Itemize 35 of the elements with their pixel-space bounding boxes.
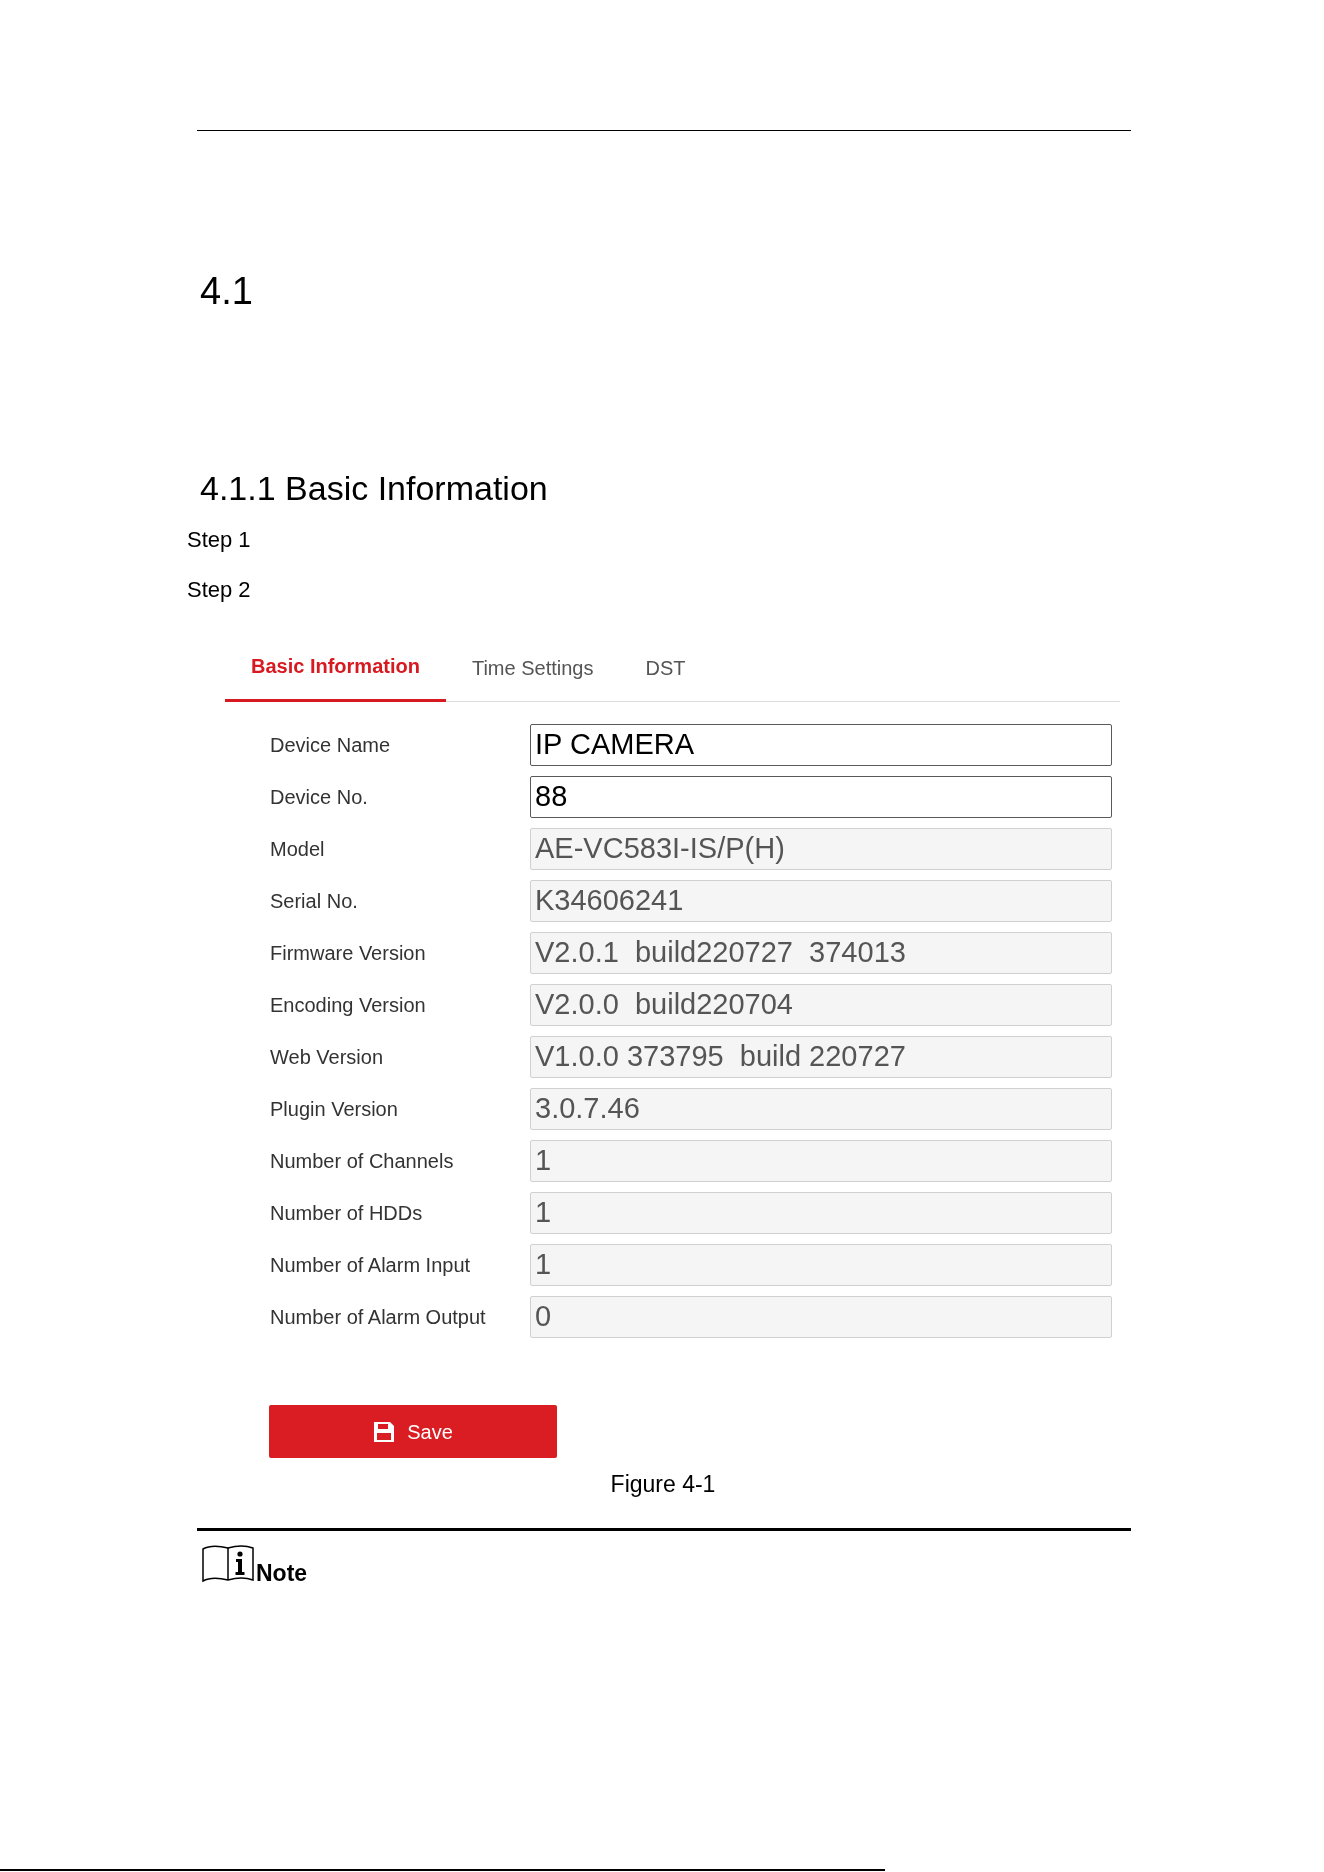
section-heading: 4.1 [200, 269, 253, 313]
text-field: 1 [530, 1244, 1112, 1286]
field-label: Web Version [270, 1045, 384, 1069]
text-field[interactable]: IP CAMERA [530, 724, 1112, 766]
text-field: 1 [530, 1140, 1112, 1182]
field-label: Encoding Version [270, 993, 426, 1017]
field-label: Number of Channels [270, 1149, 454, 1173]
subsection-heading: 4.1.1 Basic Information [200, 468, 548, 508]
field-label: Plugin Version [270, 1097, 398, 1121]
text-field: V2.0.1 build220727 374013 [530, 932, 1112, 974]
field-label: Number of Alarm Output [270, 1305, 486, 1329]
text-field: 3.0.7.46 [530, 1088, 1112, 1130]
step-label: Step 1 [187, 526, 251, 554]
text-field: V2.0.0 build220704 [530, 984, 1112, 1026]
tab[interactable]: Time Settings [445, 644, 620, 702]
field-label: Number of Alarm Input [270, 1253, 471, 1277]
field-label: Model [270, 837, 325, 861]
text-field: AE-VC583I-IS/P(H) [530, 828, 1112, 870]
field-label: Firmware Version [270, 941, 426, 965]
field-label: Device No. [270, 785, 368, 809]
note-label: Note [256, 1560, 308, 1586]
field-label: Device Name [270, 733, 391, 757]
figure-caption: Figure 4-1 [610, 1470, 716, 1498]
field-label: Serial No. [270, 889, 358, 913]
save-button[interactable]: Save [269, 1405, 557, 1458]
step-label: Step 2 [187, 576, 251, 604]
text-field: 0 [530, 1296, 1112, 1338]
text-field: K34606241 [530, 880, 1112, 922]
text-field: V1.0.0 373795 build 220727 [530, 1036, 1112, 1078]
text-field[interactable]: 88 [530, 776, 1112, 818]
book-info-icon [202, 1543, 254, 1583]
field-label: Number of HDDs [270, 1201, 423, 1225]
tab[interactable]: DST [619, 644, 712, 702]
tab[interactable]: Basic Information [225, 644, 446, 702]
text-field: 1 [530, 1192, 1112, 1234]
